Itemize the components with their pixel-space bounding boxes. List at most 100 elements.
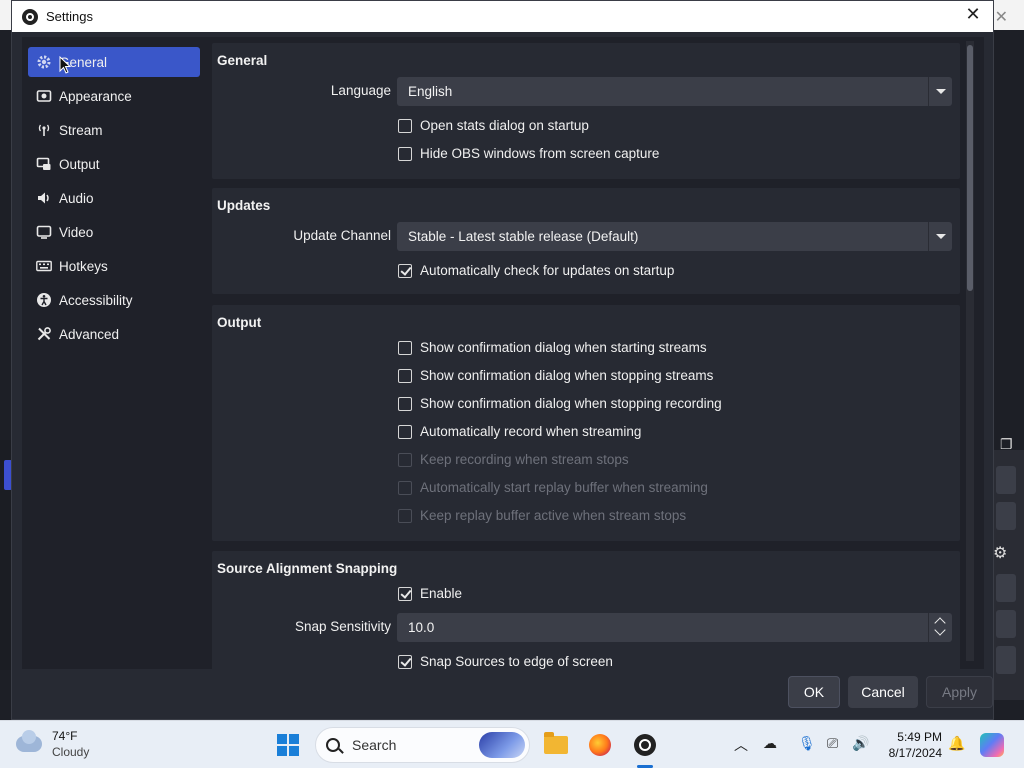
- auto-record-checkbox[interactable]: Automatically record when streaming: [398, 424, 641, 439]
- checkbox-box: [398, 340, 412, 355]
- sidebar-item-stream[interactable]: Stream: [28, 115, 200, 145]
- chevron-down-icon[interactable]: [934, 624, 946, 636]
- onedrive-icon[interactable]: ☁: [763, 735, 777, 752]
- checkbox-box: [398, 452, 412, 467]
- general-title: General: [217, 53, 268, 68]
- apply-button: Apply: [926, 676, 993, 708]
- tools-icon: [36, 326, 52, 342]
- checkbox-box: [398, 586, 412, 601]
- hide-obs-checkbox[interactable]: Hide OBS windows from screen capture: [398, 146, 659, 161]
- content-scrollbar[interactable]: [966, 41, 974, 661]
- sidebar-item-label: Stream: [59, 122, 103, 138]
- gear-icon: [36, 54, 52, 70]
- background-control-button[interactable]: [996, 466, 1016, 494]
- folder-icon: [544, 732, 568, 754]
- background-dock-icon[interactable]: ❐: [1000, 436, 1013, 453]
- sidebar-item-label: Output: [59, 156, 100, 172]
- language-label: Language: [330, 83, 391, 98]
- sidebar-item-appearance[interactable]: Appearance: [28, 81, 200, 111]
- sidebar-item-label: Hotkeys: [59, 258, 108, 274]
- output-group: Output Show confirmation dialog when sta…: [212, 305, 960, 541]
- chevron-down-icon: [928, 77, 952, 106]
- snapping-enable-checkbox[interactable]: Enable: [398, 586, 462, 601]
- checkbox-label: Automatically start replay buffer when s…: [420, 480, 708, 495]
- sidebar-item-accessibility[interactable]: Accessibility: [28, 285, 200, 315]
- file-explorer-button[interactable]: [540, 729, 572, 761]
- obs-logo-icon: [22, 8, 38, 25]
- dialog-title: Settings: [46, 9, 93, 24]
- close-icon[interactable]: ✕: [961, 4, 985, 25]
- obs-icon: [634, 734, 656, 756]
- checkbox-label: Open stats dialog on startup: [420, 118, 589, 133]
- language-dropdown[interactable]: English: [397, 77, 952, 106]
- keep-recording-checkbox: Keep recording when stream stops: [398, 452, 629, 467]
- dialog-titlebar: Settings ✕: [12, 1, 993, 32]
- settings-body: General Appearance Stream Output Audio V…: [22, 37, 984, 669]
- ok-button[interactable]: OK: [788, 676, 840, 708]
- checkbox-label: Automatically record when streaming: [420, 424, 642, 439]
- update-channel-dropdown[interactable]: Stable - Latest stable release (Default): [397, 222, 952, 251]
- weather-widget[interactable]: 74°F Cloudy: [16, 728, 89, 760]
- sidebar-item-label: Advanced: [59, 326, 120, 342]
- checkbox-label: Snap Sources to edge of screen: [420, 654, 613, 669]
- search-icon: [326, 738, 340, 752]
- search-placeholder: Search: [352, 737, 397, 753]
- confirm-stop-streams-checkbox[interactable]: Show confirmation dialog when stopping s…: [398, 368, 713, 383]
- clock[interactable]: 5:49 PM 8/17/2024: [884, 729, 942, 761]
- sidebar-item-label: Accessibility: [59, 292, 133, 308]
- updates-group: Updates Update Channel Stable - Latest s…: [212, 188, 960, 294]
- confirm-stop-recording-checkbox[interactable]: Show confirmation dialog when stopping r…: [398, 396, 722, 411]
- checkbox-label: Show confirmation dialog when starting s…: [420, 340, 707, 355]
- open-stats-checkbox[interactable]: Open stats dialog on startup: [398, 118, 589, 133]
- taskbar: 74°F Cloudy Search ︿ ☁ 🎙 ⎚ 🔊 5:49 PM 8/1…: [0, 720, 1024, 768]
- volume-icon[interactable]: 🔊: [852, 735, 869, 752]
- background-control-button[interactable]: [996, 502, 1016, 530]
- background-control-button[interactable]: [996, 610, 1016, 638]
- sidebar-item-general[interactable]: General: [28, 47, 200, 77]
- checkbox-box: [398, 118, 412, 133]
- snapping-title: Source Alignment Snapping: [217, 561, 398, 576]
- microphone-icon[interactable]: 🎙: [798, 735, 816, 752]
- firefox-icon: [589, 734, 611, 756]
- taskbar-search[interactable]: Search: [315, 727, 530, 763]
- checkbox-box: [398, 508, 412, 523]
- chevron-up-icon[interactable]: ︿: [734, 735, 748, 755]
- start-button[interactable]: [272, 729, 304, 761]
- snap-sensitivity-spinbox[interactable]: 10.0: [397, 613, 952, 642]
- sidebar-item-advanced[interactable]: Advanced: [28, 319, 200, 349]
- notification-bell-icon[interactable]: 🔔: [948, 735, 965, 752]
- chevron-down-icon: [928, 222, 952, 251]
- snap-edge-checkbox[interactable]: Snap Sources to edge of screen: [398, 654, 613, 669]
- checkbox-label: Show confirmation dialog when stopping s…: [420, 368, 714, 383]
- auto-replay-buffer-checkbox: Automatically start replay buffer when s…: [398, 480, 708, 495]
- sidebar-item-audio[interactable]: Audio: [28, 183, 200, 213]
- background-gear-icon[interactable]: ⚙: [993, 543, 1007, 563]
- background-control-button[interactable]: [996, 574, 1016, 602]
- accessibility-icon: [36, 292, 52, 308]
- firefox-button[interactable]: [584, 729, 616, 761]
- cancel-button[interactable]: Cancel: [848, 676, 918, 708]
- scrollbar-thumb[interactable]: [967, 45, 973, 291]
- speaker-icon: [36, 190, 52, 206]
- clock-time: 5:49 PM: [897, 730, 942, 744]
- obs-taskbar-button[interactable]: [629, 729, 661, 761]
- weather-condition: Cloudy: [52, 745, 90, 759]
- confirm-start-streams-checkbox[interactable]: Show confirmation dialog when starting s…: [398, 340, 707, 355]
- auto-check-updates-checkbox[interactable]: Automatically check for updates on start…: [398, 263, 674, 278]
- network-icon[interactable]: ⎚: [827, 735, 838, 752]
- snapping-group: Source Alignment Snapping Enable Snap Se…: [212, 551, 960, 669]
- sidebar-item-hotkeys[interactable]: Hotkeys: [28, 251, 200, 281]
- checkbox-label: Automatically check for updates on start…: [420, 263, 675, 278]
- background-close-icon[interactable]: ✕: [995, 7, 1008, 27]
- output-title: Output: [217, 315, 262, 330]
- checkbox-box: [398, 146, 412, 161]
- updates-title: Updates: [217, 198, 271, 213]
- spin-arrows[interactable]: [928, 613, 952, 642]
- checkbox-label: Keep replay buffer active when stream st…: [420, 508, 687, 523]
- sidebar-item-video[interactable]: Video: [28, 217, 200, 247]
- checkbox-box: [398, 368, 412, 383]
- sidebar-item-output[interactable]: Output: [28, 149, 200, 179]
- background-control-button[interactable]: [996, 646, 1016, 674]
- mouse-cursor-icon: [59, 56, 71, 74]
- copilot-icon[interactable]: [980, 733, 1004, 757]
